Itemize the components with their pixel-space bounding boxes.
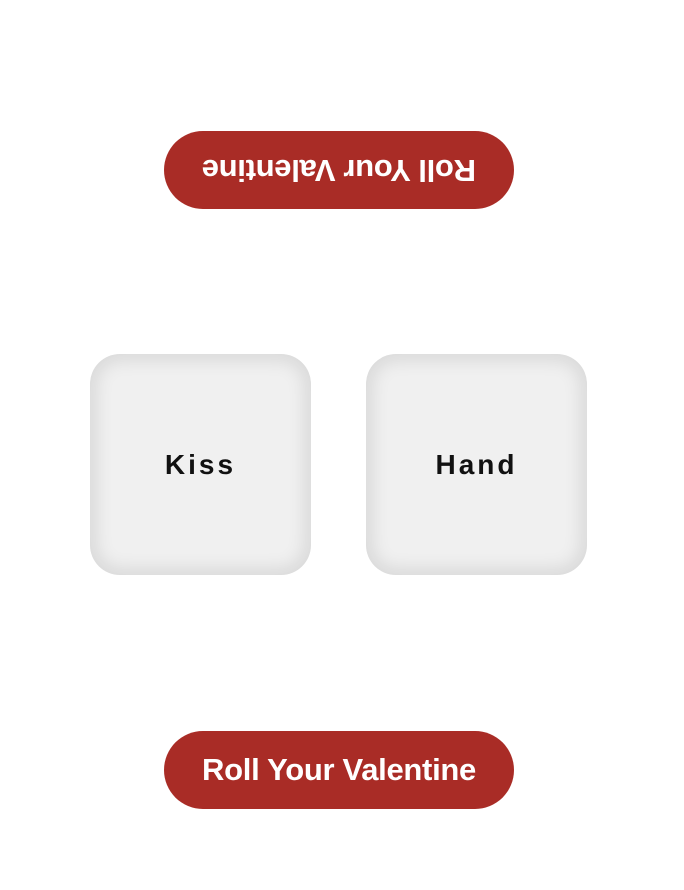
die-body-part-label: Hand xyxy=(435,448,518,480)
page: Roll Your Valentine Kiss Hand Roll Your … xyxy=(0,0,684,890)
roll-valentine-button-bottom[interactable]: Roll Your Valentine xyxy=(164,731,514,809)
die-action-label: Kiss xyxy=(164,448,237,480)
roll-valentine-button-top[interactable]: Roll Your Valentine xyxy=(164,131,514,209)
die-action: Kiss xyxy=(90,354,311,575)
die-body-part: Hand xyxy=(366,354,587,575)
